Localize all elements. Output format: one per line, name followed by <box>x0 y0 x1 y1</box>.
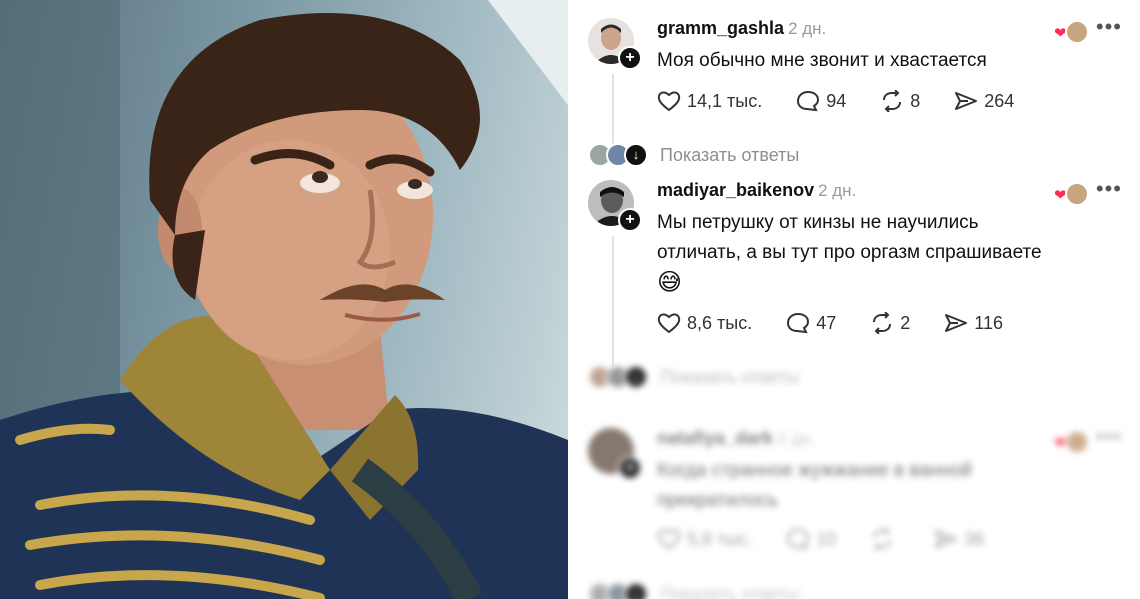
reply-count: 94 <box>826 90 847 111</box>
comment-text-line: прекратилось <box>657 490 779 511</box>
send-icon <box>935 530 958 548</box>
more-options-button[interactable]: ••• <box>1096 176 1122 202</box>
repost-button[interactable]: 2 <box>870 312 910 334</box>
show-replies-row[interactable]: ↓ Показать ответы <box>588 365 799 389</box>
heart-outline-icon <box>657 529 681 550</box>
like-button[interactable]: 5,8 тыс. <box>657 528 752 550</box>
follow-plus-icon[interactable]: + <box>618 456 642 480</box>
username[interactable]: madiyar_baikenov <box>657 180 814 200</box>
reply-button[interactable]: 10 <box>786 528 836 550</box>
username[interactable]: natafiya_dark <box>657 428 773 448</box>
timestamp: 2 дн. <box>777 429 816 448</box>
share-count: 36 <box>964 528 985 549</box>
reply-count: 10 <box>816 528 837 549</box>
more-options-button[interactable]: ••• <box>1096 424 1122 450</box>
repost-icon <box>873 312 892 334</box>
film-still-photo <box>0 0 568 599</box>
comment-text: Когда странное жужжание в ванной прекрат… <box>657 456 1117 516</box>
reply-button[interactable]: 47 <box>786 312 836 334</box>
share-count: 116 <box>974 312 1003 333</box>
repost-count: 8 <box>910 90 921 111</box>
comment-text: Мы петрушку от кинзы не научились отлича… <box>657 208 1117 298</box>
more-options-button[interactable]: ••• <box>1096 14 1122 40</box>
timestamp: 2 дн. <box>788 19 827 38</box>
share-button[interactable]: 36 <box>934 528 984 550</box>
liker-avatar <box>1065 20 1089 44</box>
like-count: 14,1 тыс. <box>687 90 763 111</box>
send-icon <box>945 314 968 332</box>
comment-text-line: отличать, а вы тут про оргазм спрашивает… <box>657 242 1042 263</box>
comment-actions: 5,8 тыс. 10 36 <box>657 528 1018 550</box>
show-replies-link[interactable]: Показать ответы <box>660 584 799 599</box>
show-replies-link[interactable]: Показать ответы <box>660 367 799 388</box>
chevron-down-icon: ↓ <box>624 143 648 167</box>
share-count: 264 <box>984 90 1015 111</box>
like-button[interactable]: 14,1 тыс. <box>657 90 762 112</box>
reply-count: 47 <box>816 312 837 333</box>
liked-by-indicator[interactable]: ❤ <box>1054 430 1089 454</box>
liker-avatar <box>1065 430 1089 454</box>
comment-header: gramm_gashla 2 дн. <box>657 18 826 39</box>
avatar[interactable]: + <box>588 428 642 480</box>
repost-icon <box>883 90 902 112</box>
like-count: 8,6 тыс. <box>687 312 753 333</box>
share-button[interactable]: 116 <box>944 312 1003 334</box>
comment-header: madiyar_baikenov 2 дн. <box>657 180 856 201</box>
username[interactable]: gramm_gashla <box>657 18 784 38</box>
speech-bubble-icon <box>787 312 810 334</box>
like-count: 5,8 тыс. <box>687 528 753 549</box>
comment-text: Моя обычно мне звонит и хвастается <box>657 50 987 71</box>
chevron-down-icon: ↓ <box>624 582 648 599</box>
speech-bubble-icon <box>797 90 820 112</box>
heart-outline-icon <box>657 313 681 334</box>
avatar[interactable]: + <box>588 18 642 70</box>
comment-text-line: Когда странное жужжание в ванной <box>657 460 972 481</box>
speech-bubble-icon <box>787 528 810 550</box>
reply-button[interactable]: 94 <box>796 90 846 112</box>
avatar[interactable]: + <box>588 180 642 232</box>
comment-actions: 8,6 тыс. 47 2 116 <box>657 312 1037 334</box>
liked-by-indicator[interactable]: ❤ <box>1054 182 1089 206</box>
portrait-illustration <box>0 0 568 599</box>
repost-count: 2 <box>900 312 911 333</box>
comment-actions: 14,1 тыс. 94 8 264 <box>657 90 1048 112</box>
thread-line <box>612 74 614 144</box>
thread-line <box>612 236 614 366</box>
chevron-down-icon: ↓ <box>624 365 648 389</box>
show-replies-link[interactable]: Показать ответы <box>660 145 799 166</box>
liked-by-indicator[interactable]: ❤ <box>1054 20 1089 44</box>
comment-header: natafiya_dark 2 дн. <box>657 428 815 449</box>
emoji: 😅 <box>657 269 683 296</box>
timestamp: 2 дн. <box>818 181 857 200</box>
repost-button[interactable] <box>870 528 900 550</box>
follow-plus-icon[interactable]: + <box>618 208 642 232</box>
follow-plus-icon[interactable]: + <box>618 46 642 70</box>
comment-text-line: Мы петрушку от кинзы не научились <box>657 212 979 233</box>
like-button[interactable]: 8,6 тыс. <box>657 312 752 334</box>
repost-icon <box>873 528 892 550</box>
show-replies-row[interactable]: ↓ Показать ответы <box>588 582 799 599</box>
heart-outline-icon <box>657 91 681 112</box>
share-button[interactable]: 264 <box>954 90 1014 112</box>
send-icon <box>955 92 978 110</box>
comments-thread: + gramm_gashla 2 дн. ❤ ••• Моя обычно мне… <box>574 0 1140 599</box>
show-replies-row[interactable]: ↓ Показать ответы <box>588 143 799 167</box>
repost-button[interactable]: 8 <box>880 90 920 112</box>
liker-avatar <box>1065 182 1089 206</box>
